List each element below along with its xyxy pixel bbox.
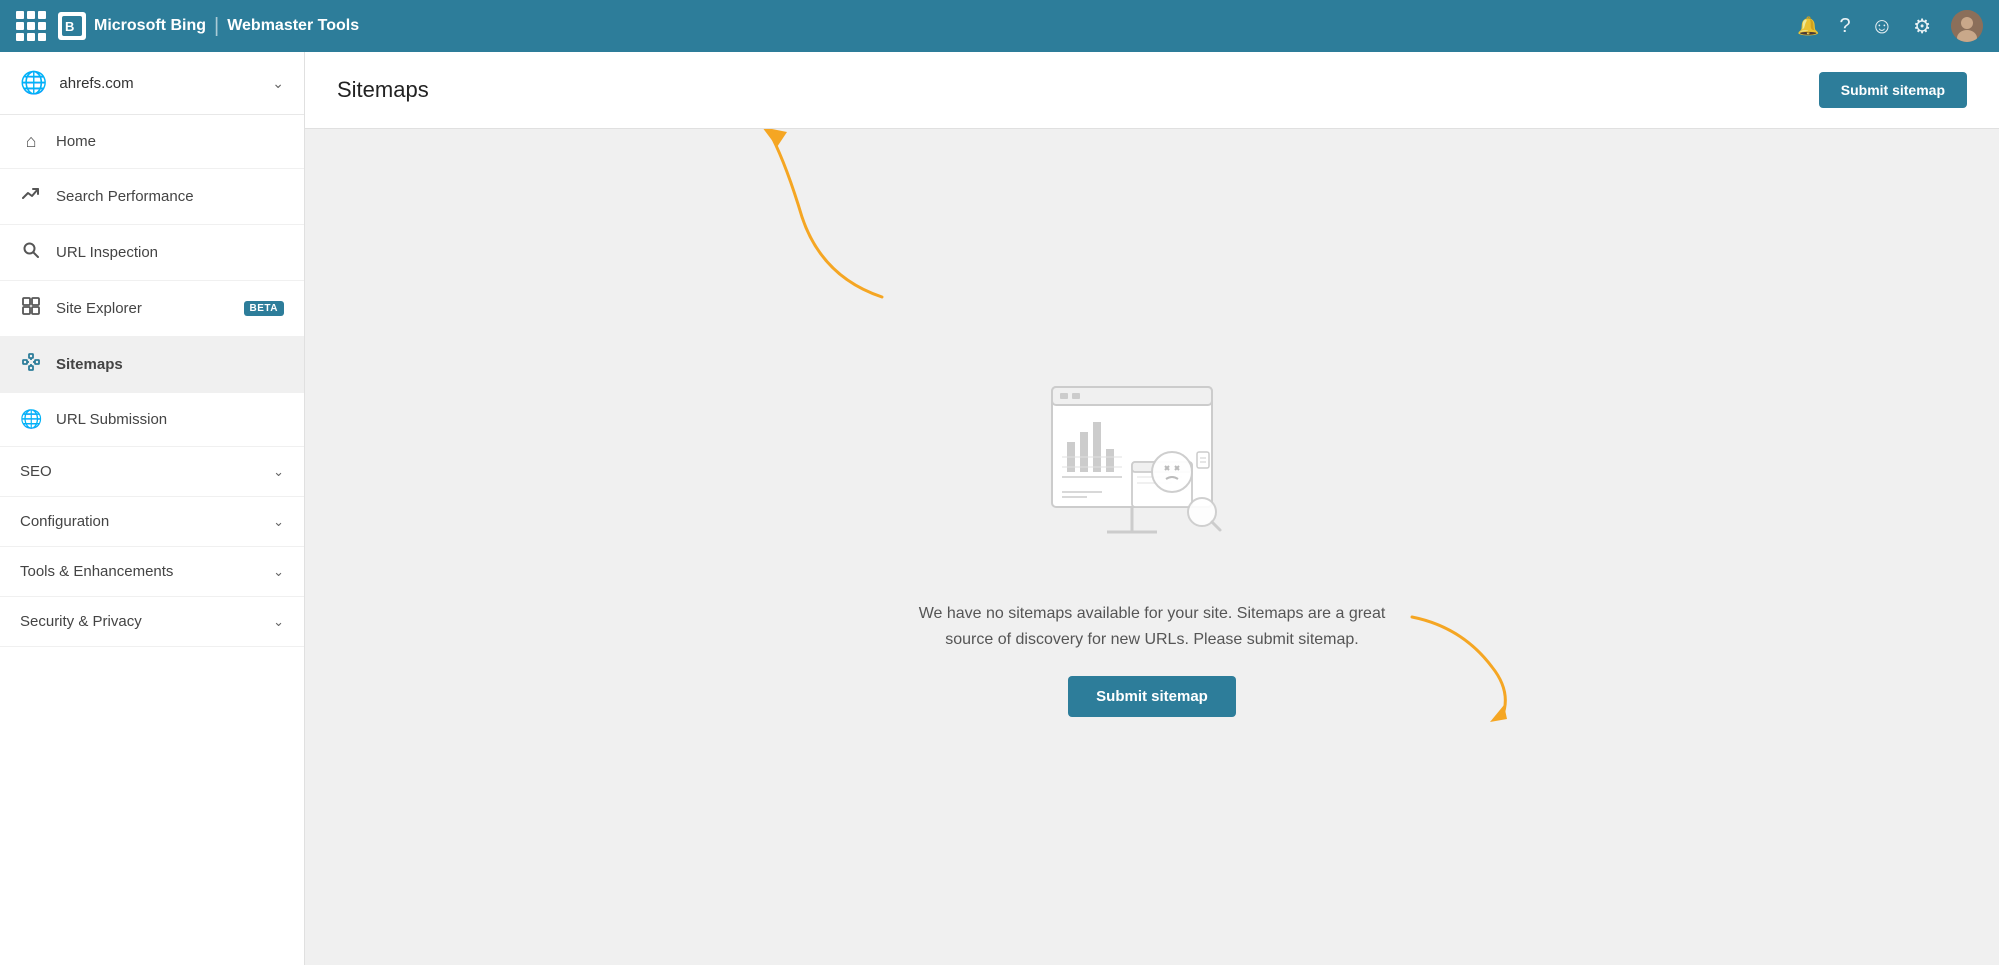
brand-logo: B Microsoft Bing | Webmaster Tools bbox=[58, 12, 359, 40]
sidebar-item-sitemaps[interactable]: Sitemaps bbox=[0, 337, 304, 393]
url-globe-icon: 🌐 bbox=[20, 409, 42, 430]
beta-badge: BETA bbox=[244, 301, 284, 316]
arrow-to-submit-button bbox=[1402, 607, 1542, 727]
configuration-chevron-icon: ⌄ bbox=[273, 514, 284, 530]
home-icon: ⌂ bbox=[20, 131, 42, 152]
globe-icon: 🌐 bbox=[20, 70, 47, 96]
empty-state-illustration bbox=[1042, 377, 1262, 577]
user-avatar[interactable] bbox=[1951, 10, 1983, 42]
brand-name: Microsoft Bing bbox=[94, 17, 206, 35]
sidebar-item-configuration[interactable]: Configuration ⌄ bbox=[0, 497, 304, 547]
feedback-icon[interactable]: ☺ bbox=[1871, 13, 1893, 39]
top-navigation: B Microsoft Bing | Webmaster Tools 🔔 ? ☺… bbox=[0, 0, 1999, 52]
sidebar-item-search-performance[interactable]: Search Performance bbox=[0, 169, 304, 225]
sidebar: 🌐 ahrefs.com ⌄ ⌂ Home Search Performance bbox=[0, 52, 305, 965]
content-area: Sitemaps Submit sitemap bbox=[305, 52, 1999, 965]
sidebar-item-site-explorer[interactable]: Site Explorer BETA bbox=[0, 281, 304, 337]
submit-sitemap-center-button[interactable]: Submit sitemap bbox=[1068, 676, 1236, 717]
sidebar-item-home[interactable]: ⌂ Home bbox=[0, 115, 304, 169]
sidebar-label-site-explorer: Site Explorer bbox=[56, 300, 230, 317]
empty-state: We have no sitemaps available for your s… bbox=[902, 377, 1402, 717]
sitemap-icon bbox=[20, 353, 42, 376]
site-chevron-icon: ⌄ bbox=[272, 75, 284, 92]
submit-sitemap-header-button[interactable]: Submit sitemap bbox=[1819, 72, 1967, 108]
sidebar-label-configuration: Configuration bbox=[20, 513, 109, 530]
sidebar-label-url-inspection: URL Inspection bbox=[56, 244, 284, 261]
tools-chevron-icon: ⌄ bbox=[273, 564, 284, 580]
site-selector[interactable]: 🌐 ahrefs.com ⌄ bbox=[0, 52, 304, 115]
seo-chevron-icon: ⌄ bbox=[273, 464, 284, 480]
bing-icon: B bbox=[58, 12, 86, 40]
settings-icon[interactable]: ⚙ bbox=[1913, 14, 1931, 39]
empty-state-message: We have no sitemaps available for your s… bbox=[902, 601, 1402, 652]
bell-icon[interactable]: 🔔 bbox=[1797, 16, 1819, 37]
sidebar-label-tools-enhancements: Tools & Enhancements bbox=[20, 563, 173, 580]
sidebar-item-tools-enhancements[interactable]: Tools & Enhancements ⌄ bbox=[0, 547, 304, 597]
sidebar-item-url-inspection[interactable]: URL Inspection bbox=[0, 225, 304, 281]
grid-icon bbox=[20, 297, 42, 320]
product-name: Webmaster Tools bbox=[227, 17, 359, 35]
trending-up-icon bbox=[20, 185, 42, 208]
search-icon bbox=[20, 241, 42, 264]
help-icon[interactable]: ? bbox=[1839, 15, 1850, 38]
content-body: We have no sitemaps available for your s… bbox=[305, 129, 1999, 965]
apps-grid-button[interactable] bbox=[16, 11, 46, 41]
sidebar-item-url-submission[interactable]: 🌐 URL Submission bbox=[0, 393, 304, 447]
arrow-to-sitemaps bbox=[742, 129, 902, 317]
sidebar-label-home: Home bbox=[56, 133, 284, 150]
svg-text:B: B bbox=[65, 19, 74, 34]
sidebar-item-security-privacy[interactable]: Security & Privacy ⌄ bbox=[0, 597, 304, 647]
sidebar-item-seo[interactable]: SEO ⌄ bbox=[0, 447, 304, 497]
sidebar-label-seo: SEO bbox=[20, 463, 52, 480]
sidebar-label-security-privacy: Security & Privacy bbox=[20, 613, 142, 630]
sidebar-label-url-submission: URL Submission bbox=[56, 411, 284, 428]
page-title: Sitemaps bbox=[337, 77, 429, 103]
security-chevron-icon: ⌄ bbox=[273, 614, 284, 630]
topnav-right: 🔔 ? ☺ ⚙ bbox=[1797, 10, 1983, 42]
site-name: ahrefs.com bbox=[59, 75, 260, 92]
content-header: Sitemaps Submit sitemap bbox=[305, 52, 1999, 129]
sidebar-label-search-performance: Search Performance bbox=[56, 188, 284, 205]
topnav-left: B Microsoft Bing | Webmaster Tools bbox=[16, 11, 359, 41]
sidebar-label-sitemaps: Sitemaps bbox=[56, 356, 284, 373]
main-layout: 🌐 ahrefs.com ⌄ ⌂ Home Search Performance bbox=[0, 52, 1999, 965]
brand-divider: | bbox=[214, 15, 219, 38]
